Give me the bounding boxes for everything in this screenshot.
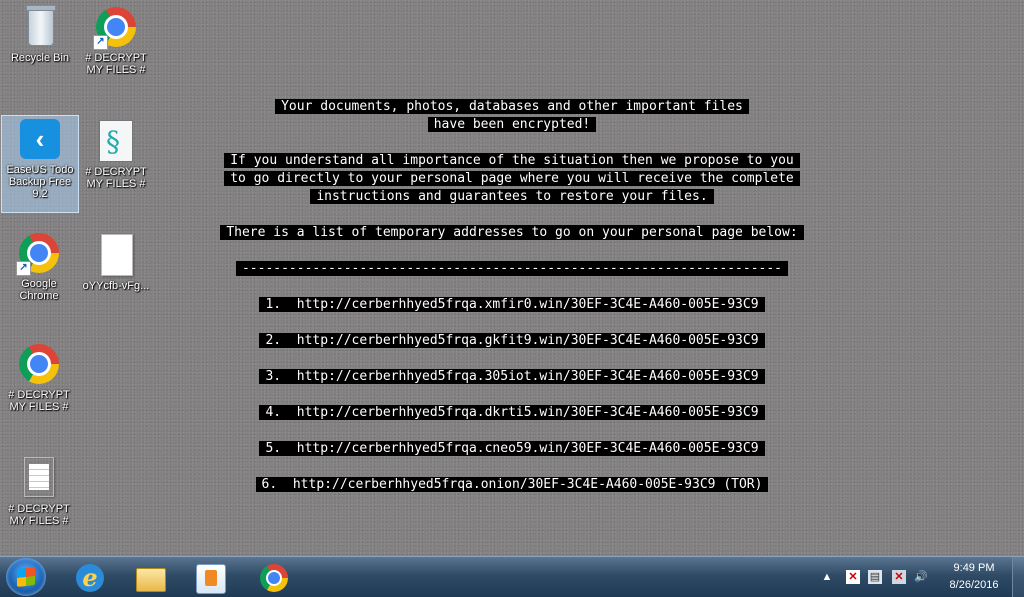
volume-icon[interactable]: 🔊 [914,570,928,584]
tray-app-icon[interactable]: ▤ [868,570,882,584]
desktop-icon-label: Recycle Bin [10,52,70,64]
media-player-icon [196,564,226,594]
taskbar: e ▲ ✕ ▤ ✕ 🔊 9:49 PM 8/26/2016 [0,556,1024,597]
recycle-bin-icon [26,5,56,46]
ransom-note: Your documents, photos, databases and ot… [0,98,1024,494]
clock-date: 8/26/2016 [949,579,999,591]
file-explorer-icon [136,568,166,592]
note-line: to go directly to your personal page whe… [224,171,800,186]
note-line: have been encrypted! [427,117,597,132]
tray-overflow-button[interactable]: ▲ [820,570,834,584]
chrome-icon [260,564,288,592]
taskbar-internet-explorer[interactable]: e [64,559,116,595]
desktop-icon-label: # DECRYPT MY FILES # [8,503,70,527]
address-line: 2. http://cerberhhyed5frqa.gkfit9.win/30… [259,333,765,348]
taskbar-file-explorer[interactable] [124,559,176,595]
show-desktop-button[interactable] [1012,557,1024,597]
note-separator: ----------------------------------------… [235,261,789,276]
start-button[interactable] [6,558,46,596]
address-line: 6. http://cerberhhyed5frqa.onion/30EF-3C… [255,477,769,492]
clock-time: 9:49 PM [953,562,995,574]
address-line: 5. http://cerberhhyed5frqa.cneo59.win/30… [259,441,765,456]
shortcut-arrow-icon: ↗ [93,35,108,50]
address-line: 4. http://cerberhhyed5frqa.dkrti5.win/30… [259,405,765,420]
address-line: 3. http://cerberhhyed5frqa.305iot.win/30… [259,369,765,384]
internet-explorer-icon: e [76,564,104,592]
desktop-icon-decrypt-html-1[interactable]: ↗ # DECRYPT MY FILES # [78,4,154,76]
network-icon[interactable]: ✕ [892,570,906,584]
desktop-icon-recycle-bin[interactable]: Recycle Bin [2,4,78,64]
note-line: instructions and guarantees to restore y… [310,189,714,204]
desktop[interactable]: Recycle Bin ↗ # DECRYPT MY FILES # ‹ Eas… [0,0,1024,556]
note-line: There is a list of temporary addresses t… [220,225,804,240]
note-line: Your documents, photos, databases and ot… [275,99,749,114]
note-line: If you understand all importance of the … [224,153,800,168]
windows-start-icon [17,567,35,587]
taskbar-chrome[interactable] [248,559,300,595]
taskbar-media-player[interactable] [184,559,236,595]
action-center-icon[interactable]: ✕ [846,570,860,584]
address-line: 1. http://cerberhhyed5frqa.xmfir0.win/30… [259,297,765,312]
desktop-icon-label: # DECRYPT MY FILES # [85,52,147,76]
clock[interactable]: 9:49 PM 8/26/2016 [944,560,1004,594]
